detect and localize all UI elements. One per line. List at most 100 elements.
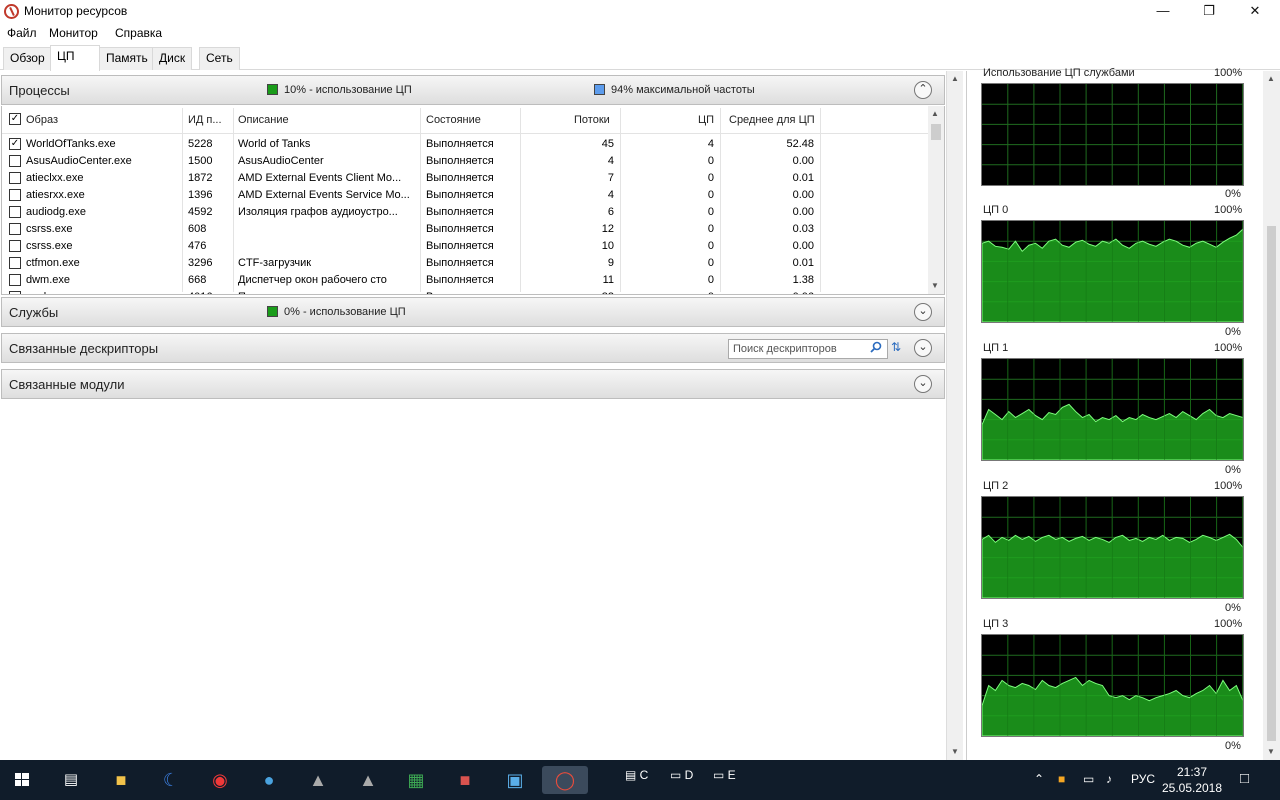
volume-icon[interactable]: ♪ <box>1106 772 1112 786</box>
language-indicator[interactable]: РУС <box>1131 772 1155 786</box>
video-card-taskbar-icon[interactable]: ▦ <box>398 766 434 794</box>
tab-memory[interactable]: Память <box>99 47 155 70</box>
row-checkbox[interactable]: ✓ <box>9 138 21 150</box>
cell-cpu: 0 <box>622 291 714 294</box>
explorer-taskbar-icon[interactable]: ■ <box>103 766 139 794</box>
cell-threads: 11 <box>602 274 614 286</box>
cell-desc: AsusAudioCenter <box>238 155 324 167</box>
table-row[interactable]: csrss.exe 476 Выполняется 10 0 0.00 <box>2 238 929 255</box>
task-view-button[interactable]: ▤ <box>53 766 89 794</box>
drive-e[interactable]: ▭ E <box>713 768 736 782</box>
notifications-icon[interactable]: □ <box>1240 770 1249 787</box>
close-button[interactable]: ✕ <box>1232 0 1278 23</box>
refresh-icon[interactable]: ⇅ <box>891 340 905 354</box>
tab-disk[interactable]: Диск <box>152 47 193 70</box>
row-checkbox[interactable] <box>9 240 21 252</box>
menu-help[interactable]: Справка <box>115 26 162 40</box>
collapse-processes-icon[interactable]: ⌃ <box>914 81 932 99</box>
table-row[interactable]: explorer.exe 4016 Проводник Выполняется 82 0 0… <box>2 289 929 294</box>
maximize-button[interactable]: ❐ <box>1186 0 1232 23</box>
processes-scrollbar[interactable]: ▲ ▼ <box>928 106 944 294</box>
handles-header[interactable]: Связанные дескрипторы Поиск дескрипторов… <box>1 333 945 363</box>
tray-expand-icon[interactable]: ⌃ <box>1034 772 1044 786</box>
table-row[interactable]: ✓ WorldOfTanks.exe 5228 World of Tanks Выпол… <box>2 136 929 153</box>
cpu-graph-label: ЦП 3 <box>983 618 1009 630</box>
clock-time: 21:37 <box>1176 765 1208 779</box>
cell-image: WorldOfTanks.exe <box>26 138 116 150</box>
cell-threads: 9 <box>607 257 614 269</box>
cell-cpu: 4 <box>707 138 714 150</box>
windows-icon <box>15 773 29 786</box>
col-pid[interactable]: ИД п... <box>188 114 222 126</box>
wot-launcher-taskbar-icon[interactable]: ▲ <box>350 766 386 794</box>
expand-handles-icon[interactable]: ⌄ <box>914 339 932 357</box>
table-row[interactable]: dwm.exe 668 Диспетчер окон рабочего сто Вып… <box>2 272 929 289</box>
left-panel-scrollbar[interactable]: ▲ ▼ <box>946 71 963 760</box>
table-row[interactable]: ctfmon.exe 3296 CTF-загрузчик Выполняется 9 0… <box>2 255 929 272</box>
row-checkbox[interactable] <box>9 257 21 269</box>
processes-title: Процессы <box>9 83 70 98</box>
cell-avg: 0.01 <box>792 172 814 184</box>
row-checkbox[interactable] <box>9 189 21 201</box>
resource-monitor-taskbar-icon[interactable]: ◯ <box>542 766 588 794</box>
cell-cpu: 0 <box>707 189 714 201</box>
modules-header[interactable]: Связанные модули ⌄ <box>1 369 945 399</box>
row-checkbox[interactable] <box>9 172 21 184</box>
table-row[interactable]: csrss.exe 608 Выполняется 12 0 0.03 <box>2 221 929 238</box>
tab-overview[interactable]: Обзор <box>3 47 52 70</box>
expand-modules-icon[interactable]: ⌄ <box>914 375 932 393</box>
table-row[interactable]: atiesrxx.exe 1396 AMD External Events Serv… <box>2 187 929 204</box>
wot-taskbar-icon[interactable]: ▲ <box>300 766 336 794</box>
search-icon[interactable] <box>870 341 882 353</box>
vivaldi-taskbar-icon[interactable]: ◉ <box>202 766 238 794</box>
handles-search-input[interactable]: Поиск дескрипторов <box>728 339 888 359</box>
expand-services-icon[interactable]: ⌄ <box>914 303 932 321</box>
table-row[interactable]: AsusAudioCenter.exe 1500 AsusAudioCenter Вы… <box>2 153 929 170</box>
cell-pid: 476 <box>188 240 207 252</box>
minimize-button[interactable]: — <box>1140 0 1186 23</box>
cell-desc: AMD External Events Client Mo... <box>238 172 402 184</box>
app-taskbar-icon[interactable]: ☾ <box>153 766 189 794</box>
row-checkbox[interactable] <box>9 274 21 286</box>
col-threads[interactable]: Потоки <box>574 114 610 126</box>
start-button[interactable] <box>4 766 40 794</box>
photo-taskbar-icon[interactable]: ■ <box>447 766 483 794</box>
table-row[interactable]: audiodg.exe 4592 Изоляция графов аудиоустр… <box>2 204 929 221</box>
cell-cpu: 0 <box>707 155 714 167</box>
row-checkbox[interactable] <box>9 223 21 235</box>
row-checkbox[interactable] <box>9 155 21 167</box>
row-checkbox[interactable] <box>9 206 21 218</box>
cell-pid: 608 <box>188 223 207 235</box>
network-icon[interactable]: ▭ <box>1083 772 1094 786</box>
processes-header[interactable]: Процессы 10% - использование ЦП 94% макс… <box>1 75 945 105</box>
select-all-checkbox[interactable]: ✓ <box>9 113 21 125</box>
col-state[interactable]: Состояние <box>426 114 481 126</box>
graph-panel-scrollbar[interactable]: ▲ ▼ <box>1263 71 1280 760</box>
services-header[interactable]: Службы 0% - использование ЦП ⌄ <box>1 297 945 327</box>
drive-d[interactable]: ▭ D <box>670 768 693 782</box>
col-description[interactable]: Описание <box>238 114 289 126</box>
cell-state: Выполняется <box>426 223 494 235</box>
tab-network[interactable]: Сеть <box>199 47 240 70</box>
cell-desc: AMD External Events Service Mo... <box>238 189 410 201</box>
cell-desc: Изоляция графов аудиоустро... <box>238 206 398 218</box>
menu-monitor[interactable]: Монитор <box>49 26 98 40</box>
row-checkbox[interactable] <box>9 291 21 294</box>
tab-cpu[interactable]: ЦП <box>50 45 100 71</box>
cell-threads: 4 <box>607 155 614 167</box>
browser-taskbar-icon[interactable]: ● <box>251 766 287 794</box>
col-cpu[interactable]: ЦП <box>698 114 714 126</box>
tray-app-icon[interactable]: ■ <box>1058 772 1065 786</box>
col-image[interactable]: Образ <box>26 114 58 126</box>
cpu-usage-text: 10% - использование ЦП <box>284 84 412 96</box>
col-avg-cpu[interactable]: Среднее для ЦП <box>729 114 815 126</box>
cell-image: csrss.exe <box>26 240 73 252</box>
control-panel-taskbar-icon[interactable]: ▣ <box>497 766 533 794</box>
max-freq-legend-icon <box>594 84 605 95</box>
cell-image: atieclxx.exe <box>26 172 84 184</box>
table-row[interactable]: atieclxx.exe 1872 AMD External Events Clie… <box>2 170 929 187</box>
clock[interactable]: 21:37 25.05.2018 <box>1160 764 1224 796</box>
menu-file[interactable]: Файл <box>7 26 37 40</box>
drive-c[interactable]: ▤ C <box>625 768 648 782</box>
cell-desc: CTF-загрузчик <box>238 257 312 269</box>
